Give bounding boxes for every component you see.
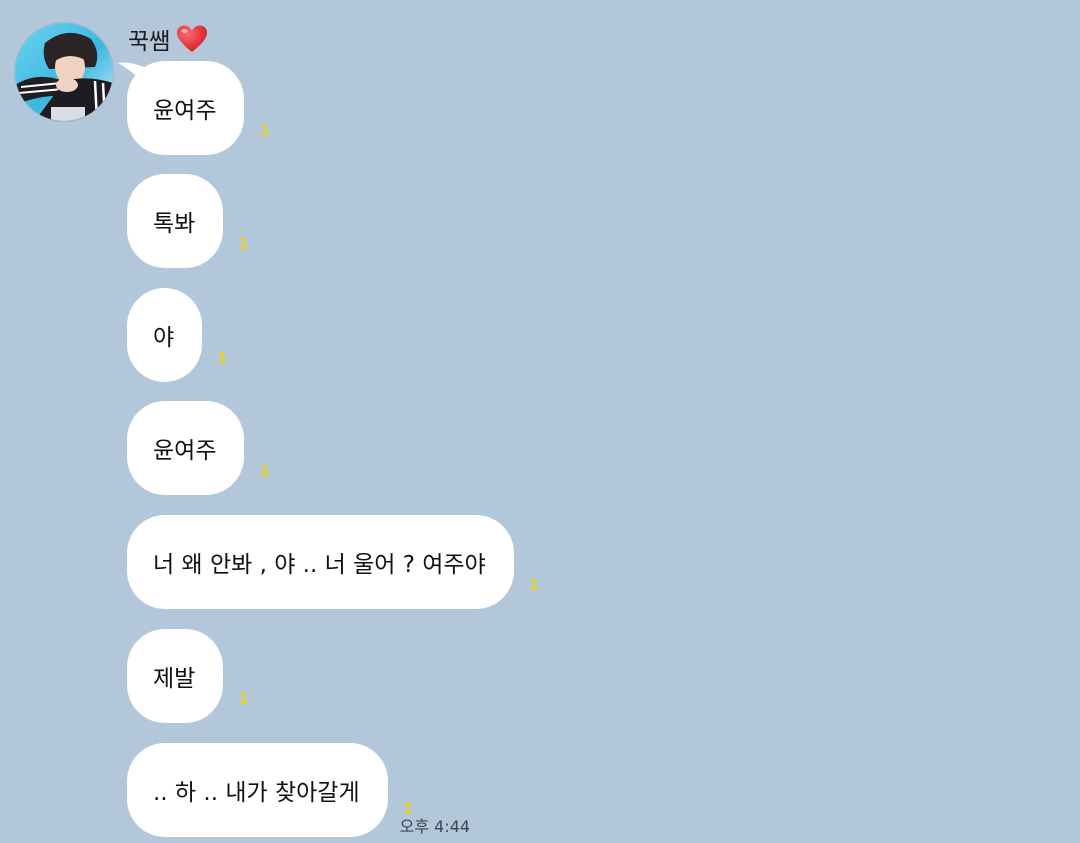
message-row: 야 1: [127, 288, 228, 382]
message-meta: 1 오후 4:44: [400, 801, 470, 837]
message-text: .. 하 .. 내가 찾아갈게: [153, 780, 360, 806]
sender-header: 꾹쌤: [128, 22, 208, 56]
message-meta: 1: [526, 578, 539, 593]
message-row: .. 하 .. 내가 찾아갈게 1 오후 4:44: [127, 743, 470, 837]
message-row: 제발 1: [127, 629, 249, 723]
unread-count: 1: [259, 122, 270, 140]
message-text: 야: [153, 325, 175, 351]
message-row: 톡봐 1: [127, 174, 249, 268]
sender-avatar[interactable]: [15, 23, 113, 121]
message-meta: 1: [235, 692, 248, 707]
message-row: 윤여주 1: [118, 61, 270, 155]
message-row: 너 왜 안봐 , 야 .. 너 울어 ? 여주야 1: [127, 515, 539, 609]
message-text: 윤여주: [153, 98, 217, 124]
unread-count: 1: [402, 799, 414, 817]
sender-name: 꾹쌤: [128, 29, 171, 55]
unread-count: 1: [217, 349, 228, 367]
message-bubble[interactable]: 윤여주: [118, 61, 245, 155]
message-bubble[interactable]: 너 왜 안봐 , 야 .. 너 울어 ? 여주야: [127, 515, 514, 609]
message-bubble[interactable]: 톡봐: [127, 174, 224, 268]
message-meta: 1: [214, 351, 227, 366]
message-text: 톡봐: [153, 211, 196, 237]
message-meta: 1: [235, 237, 248, 252]
message-bubble[interactable]: 제발: [127, 629, 224, 723]
message-text: 너 왜 안봐 , 야 .. 너 울어 ? 여주야: [153, 552, 486, 578]
unread-count: 1: [259, 462, 270, 480]
message-bubble[interactable]: 윤여주: [127, 401, 245, 495]
message-text: 제발: [153, 666, 196, 692]
message-bubble[interactable]: .. 하 .. 내가 찾아갈게: [127, 743, 388, 837]
unread-count: 1: [238, 690, 249, 708]
profile-photo: [15, 23, 113, 121]
message-bubble[interactable]: 야: [127, 288, 203, 382]
bubble-tail: [118, 62, 144, 83]
unread-count: 1: [238, 235, 249, 253]
message-row: 윤여주 1: [127, 401, 270, 495]
message-meta: 1: [256, 464, 269, 479]
message-time: 오후 4:44: [399, 817, 471, 836]
heart-icon: [177, 25, 208, 52]
unread-count: 1: [528, 576, 540, 594]
message-meta: 1: [256, 124, 269, 139]
message-text: 윤여주: [153, 438, 217, 464]
